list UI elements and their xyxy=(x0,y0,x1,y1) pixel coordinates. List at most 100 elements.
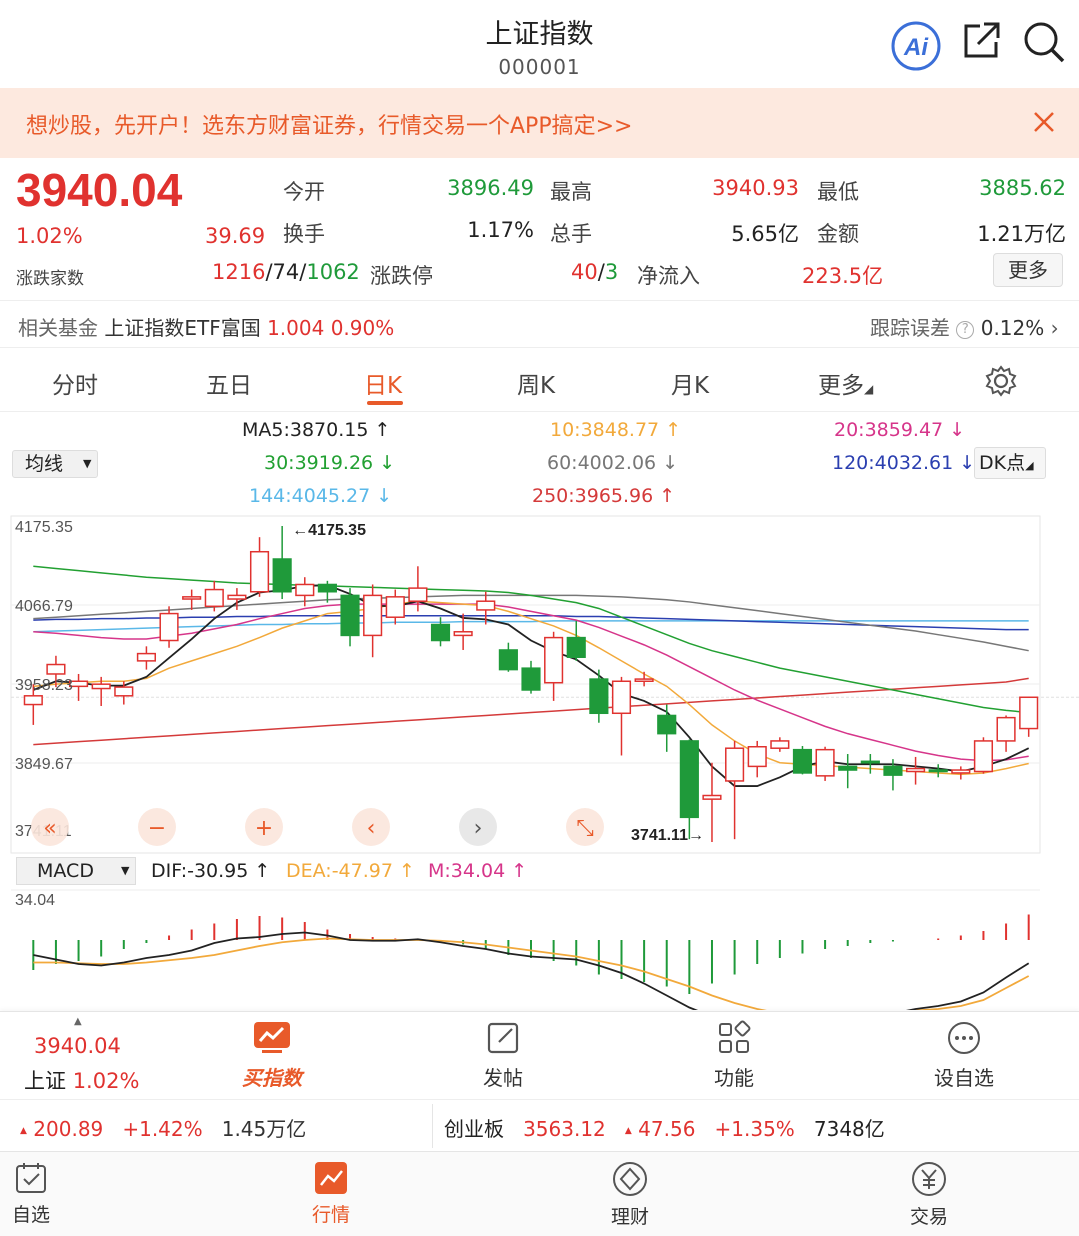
ma-selector[interactable]: 均线 ▼ xyxy=(12,450,98,478)
candle-up xyxy=(815,748,835,777)
control-glyph: « xyxy=(43,816,56,841)
candle-up xyxy=(159,612,179,642)
add-watchlist-button[interactable]: 设自选 xyxy=(904,1020,1024,1091)
wealth-icon xyxy=(613,1162,647,1196)
tabbar-trade[interactable]: 交易 xyxy=(879,1160,979,1229)
edit-icon xyxy=(487,1022,519,1054)
candle-down xyxy=(430,623,451,642)
fund-label: 相关基金 xyxy=(18,316,98,340)
rewind-icon[interactable]: « xyxy=(31,808,69,846)
candle-up xyxy=(385,596,405,618)
market-icon xyxy=(315,1162,347,1194)
fullscreen-icon[interactable]: ⤡ xyxy=(566,808,604,846)
tabbar-wealth[interactable]: 理财 xyxy=(580,1160,680,1229)
candle-up xyxy=(725,747,745,782)
chevron-left-icon[interactable]: ‹ xyxy=(352,808,390,846)
zoom-out-icon[interactable]: − xyxy=(138,808,176,846)
candle-up xyxy=(182,596,202,600)
close-icon[interactable] xyxy=(1028,106,1060,138)
post-button[interactable]: 发帖 xyxy=(443,1020,563,1091)
y-tick-label: 4175.35 xyxy=(15,519,73,536)
ma144-legend: 144:4045.27 ↓ xyxy=(249,485,393,507)
tracking-label: 跟踪误差 xyxy=(870,316,950,340)
zoom-in-icon[interactable]: + xyxy=(245,808,283,846)
more-button[interactable]: 更多 xyxy=(993,253,1063,287)
candle-up xyxy=(23,695,43,706)
change-pct: 1.02% xyxy=(16,224,83,248)
candle-up xyxy=(611,680,632,715)
min-price-label: 3741.11→ xyxy=(631,827,704,844)
period-tabs: 分时 五日 日K 周K 月K 更多◢ xyxy=(0,350,1079,412)
control-glyph: › xyxy=(474,816,483,841)
gear-icon[interactable] xyxy=(984,364,1018,402)
buy-index-button[interactable]: 买指数 xyxy=(212,1020,332,1091)
limit-label: 涨跌停 xyxy=(370,264,433,288)
watchlist-icon xyxy=(16,1163,46,1193)
dif-legend: DIF:-30.95 ↑ xyxy=(151,860,271,882)
candle-up xyxy=(702,794,722,800)
fund-price: 1.004 xyxy=(267,316,325,340)
low-label: 最低 xyxy=(817,180,859,204)
dk-button[interactable]: DK点◢ xyxy=(974,447,1046,479)
candle-down xyxy=(657,714,677,735)
yen-icon xyxy=(912,1162,946,1196)
indicator-selector[interactable]: MACD ▼ xyxy=(16,857,136,885)
bottom-tab-bar: 自选 行情 理财 交易 xyxy=(0,1151,1079,1236)
tab-monthly-k[interactable]: 月K xyxy=(671,366,709,400)
index-price[interactable]: 3940.04 xyxy=(34,1034,121,1058)
kline-chart[interactable]: 4175.354066.793958.233849.673741.11 ←417… xyxy=(0,512,1079,1010)
chevron-right-icon[interactable]: › xyxy=(459,808,497,846)
tab-daily-k[interactable]: 日K xyxy=(364,366,402,400)
help-icon[interactable]: ? xyxy=(956,321,975,339)
candle-up xyxy=(363,594,383,637)
breadth-label: 涨跌家数 xyxy=(16,269,84,289)
index-ticker[interactable]: ▲ 200.89 +1.42% 1.45万亿 创业板 3563.12 ▲ 47.… xyxy=(0,1099,1079,1151)
share-icon[interactable] xyxy=(962,20,1012,70)
tabbar-market[interactable]: 行情 xyxy=(281,1160,381,1227)
high-label: 最高 xyxy=(550,180,592,204)
last-price: 3940.04 xyxy=(16,164,183,216)
tab-five-day[interactable]: 五日 xyxy=(206,366,252,400)
candle-up xyxy=(46,663,66,675)
macd-header: MACD ▼ DIF:-30.95 ↑ DEA:-47.97 ↑ M:34.04 … xyxy=(0,856,1079,886)
netflow-label: 净流入 xyxy=(637,264,700,288)
ma10-legend: 10:3848.77 ↑ xyxy=(550,419,682,441)
volume-label: 总手 xyxy=(550,222,592,246)
related-fund-row[interactable]: 相关基金 上证指数ETF富国 1.004 0.90% 跟踪误差 ? 0.12% … xyxy=(0,300,1079,348)
ticker-left: ▲ 200.89 +1.42% 1.45万亿 xyxy=(20,1117,307,1141)
candle-up xyxy=(747,746,767,768)
turnover-value: 1.17% xyxy=(467,218,534,242)
search-icon[interactable] xyxy=(1022,20,1072,70)
ai-icon[interactable]: Ai xyxy=(890,20,941,71)
tab-weekly-k[interactable]: 周K xyxy=(517,366,555,400)
dea-legend: DEA:-47.97 ↑ xyxy=(286,860,415,882)
candle-down xyxy=(566,636,586,658)
candle-up xyxy=(91,683,111,690)
index-summary[interactable]: 上证 1.02% xyxy=(24,1065,139,1095)
ma120-legend: 120:4032.61 ↓ xyxy=(832,452,976,474)
candle-up xyxy=(249,550,270,593)
m-legend: M:34.04 ↑ xyxy=(428,860,528,882)
netflow-value: 223.5亿 xyxy=(802,264,884,288)
tab-more[interactable]: 更多◢ xyxy=(818,366,873,400)
tabbar-watchlist[interactable]: 自选 xyxy=(0,1160,81,1227)
promo-text[interactable]: 想炒股，先开户！选东方财富证券，行情交易一个APP搞定>> xyxy=(26,108,632,140)
buy-index-icon xyxy=(254,1022,290,1053)
candle-down xyxy=(498,649,518,671)
ma250-legend: 250:3965.96 ↑ xyxy=(532,485,676,507)
y-tick-label: 3849.67 xyxy=(15,756,73,773)
candle-up xyxy=(453,631,473,637)
function-button[interactable]: 功能 xyxy=(674,1020,794,1091)
candle-up xyxy=(951,769,971,774)
tracking-value: 0.12% xyxy=(980,316,1045,340)
chevron-right-icon[interactable]: › xyxy=(1051,316,1059,340)
action-bar: ▲ 3940.04 上证 1.02% 买指数 发帖 功能 设自选 xyxy=(0,1011,1079,1099)
y-tick-label: 3958.23 xyxy=(15,677,73,694)
low-value: 3885.62 xyxy=(979,176,1066,200)
candle-up xyxy=(408,587,428,602)
candle-down xyxy=(340,594,360,637)
candle-up xyxy=(204,588,224,608)
promo-banner[interactable]: 想炒股，先开户！选东方财富证券，行情交易一个APP搞定>> xyxy=(0,88,1079,158)
tab-intraday[interactable]: 分时 xyxy=(52,366,98,400)
fund-name: 上证指数ETF富国 xyxy=(104,316,261,340)
